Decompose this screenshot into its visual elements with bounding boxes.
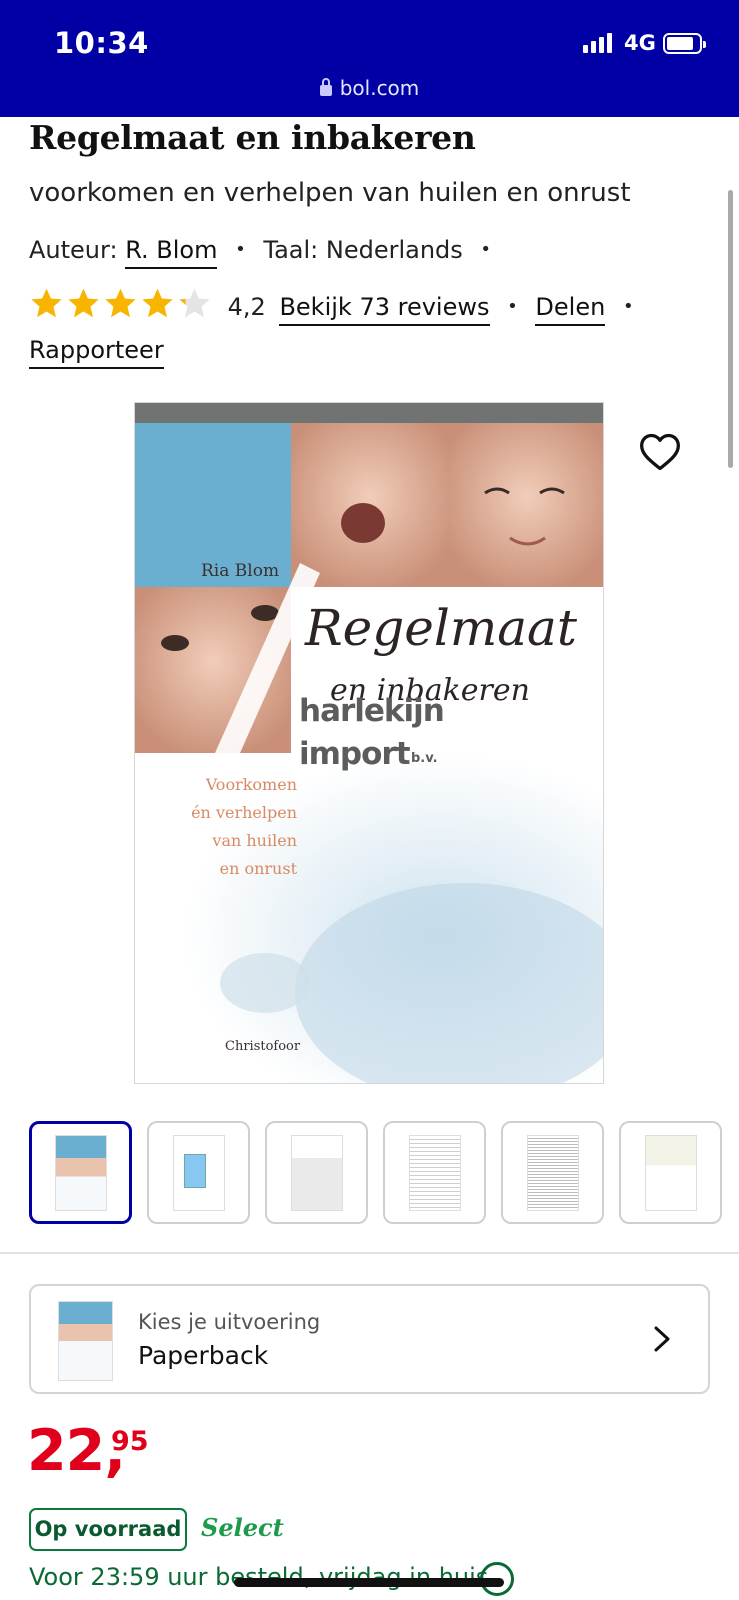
star-icon <box>68 288 99 318</box>
stock-badge: Op voorraad <box>29 1508 187 1551</box>
rating-value: 4,2 <box>227 293 266 321</box>
cover-tagline-3: van huilen <box>212 831 297 850</box>
author-label: Auteur: <box>29 236 118 264</box>
separator-dot: • <box>235 239 246 260</box>
url-bar[interactable]: bol.com <box>0 76 739 100</box>
star-icon <box>179 288 210 318</box>
thumbnail-image <box>172 1134 225 1211</box>
status-time: 10:34 <box>54 26 149 60</box>
thumbnail-image <box>54 1134 107 1211</box>
scrollbar[interactable] <box>728 190 733 468</box>
battery-icon <box>663 33 706 54</box>
star-icon <box>142 288 173 318</box>
status-bar: 10:34 4G bol.com <box>0 0 739 117</box>
cover-tagline-1: Voorkomen <box>205 775 297 794</box>
thumbnail-image <box>408 1134 461 1211</box>
variant-value: Paperback <box>138 1341 269 1370</box>
share-link[interactable]: Delen <box>535 293 606 326</box>
home-indicator <box>234 1578 504 1587</box>
thumbnail-1[interactable] <box>29 1121 132 1224</box>
cover-tagline-4: en onrust <box>219 859 297 878</box>
variant-selector[interactable]: Kies je uitvoering Paperback <box>29 1284 710 1394</box>
author-link[interactable]: R. Blom <box>125 236 218 269</box>
product-cover-image[interactable]: Ria Blom Regelmaat en inbakeren harlekij… <box>134 402 604 1084</box>
meta-row-author: Auteur: R. Blom • Taal: Nederlands • <box>29 236 501 269</box>
watermark-suffix: b.v. <box>411 751 438 766</box>
chevron-right-icon <box>654 1326 670 1352</box>
reviews-link[interactable]: Bekijk 73 reviews <box>279 293 490 326</box>
language-label: Taal: Nederlands <box>263 236 463 264</box>
lock-icon <box>319 78 332 96</box>
signal-icon <box>583 33 612 53</box>
thumbnail-strip <box>29 1121 722 1224</box>
url-text: bol.com <box>339 76 420 100</box>
cover-title-line1: Regelmaat <box>305 599 577 657</box>
price-decimals: 95 <box>111 1426 149 1457</box>
meta-row-report: Rapporteer <box>29 336 164 369</box>
watermark-line2: import <box>299 736 411 772</box>
cover-author: Ria Blom <box>201 561 280 581</box>
cover-publisher: Christofoor <box>225 1039 301 1054</box>
select-label[interactable]: Select <box>201 1513 284 1542</box>
thumbnail-3[interactable] <box>265 1121 368 1224</box>
favorite-heart-icon[interactable] <box>638 430 682 474</box>
variant-thumbnail <box>58 1301 113 1381</box>
thumbnail-4[interactable] <box>383 1121 486 1224</box>
thumbnail-5[interactable] <box>501 1121 604 1224</box>
thumbnail-image <box>526 1134 579 1211</box>
separator-dot: • <box>480 239 492 260</box>
price: 22, 95 <box>27 1418 149 1484</box>
thumbnail-2[interactable] <box>147 1121 250 1224</box>
thumbnail-image <box>644 1134 697 1211</box>
product-subtitle: voorkomen en verhelpen van huilen en onr… <box>29 178 631 208</box>
section-divider <box>0 1252 739 1254</box>
star-icon <box>105 288 136 318</box>
separator-dot: • <box>507 296 518 317</box>
cover-tagline-2: én verhelpen <box>191 803 297 822</box>
rating-stars <box>29 286 212 321</box>
cover-tagline: Voorkomen én verhelpen van huilen en onr… <box>135 771 297 883</box>
network-type: 4G <box>624 31 656 55</box>
variant-label: Kies je uitvoering <box>138 1310 321 1334</box>
star-icon <box>31 288 62 318</box>
thumbnail-image <box>290 1134 343 1211</box>
watermark-line1: harlekijn <box>299 693 445 729</box>
report-link[interactable]: Rapporteer <box>29 336 164 369</box>
separator-dot: • <box>622 296 634 317</box>
meta-row-rating: 4,2 Bekijk 73 reviews • Delen • <box>29 286 644 326</box>
product-title: Regelmaat en inbakeren <box>29 118 476 157</box>
thumbnail-6[interactable] <box>619 1121 722 1224</box>
